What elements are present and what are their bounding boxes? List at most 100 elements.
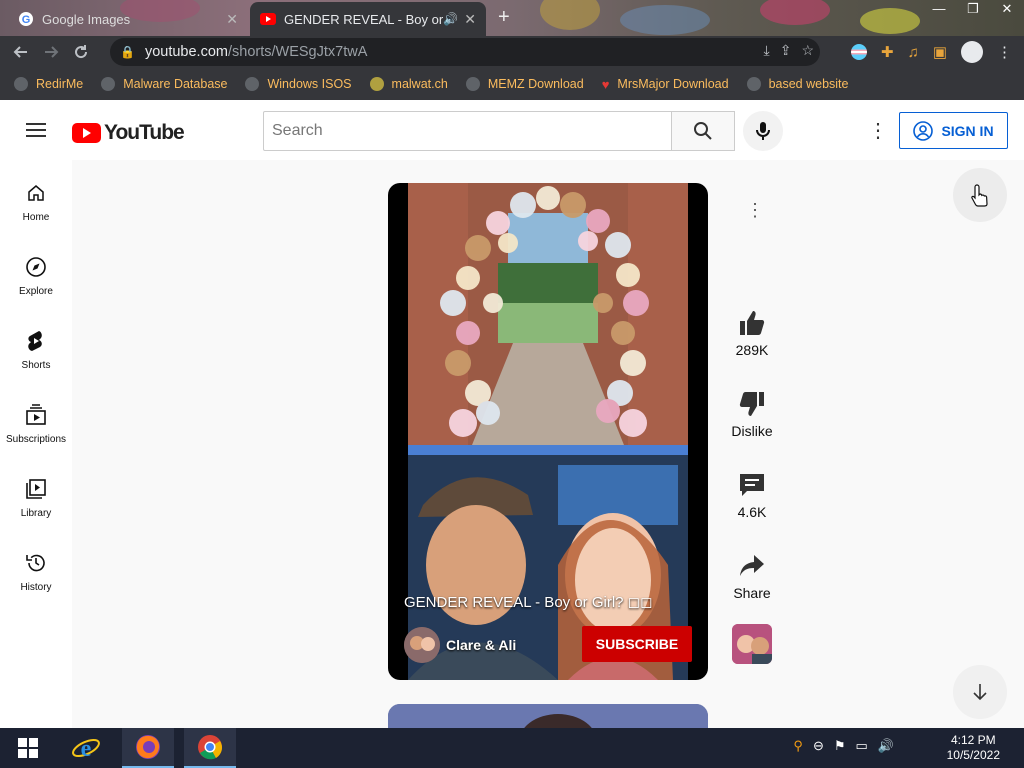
sign-in-label: SIGN IN [941,122,994,139]
bookmark-redirme[interactable]: RedirMe [14,77,83,91]
bookmark-malwatch[interactable]: malwat.ch [369,77,448,91]
minimize-icon[interactable]: — [922,0,956,20]
close-window-icon[interactable]: ✕ [990,0,1024,20]
flag-extension-icon[interactable] [850,44,867,60]
install-app-icon[interactable]: ⤓ [764,42,770,59]
address-bar[interactable]: 🔒 youtube.com/shorts/WESgJtx7twA ⤓ ⇪ ☆ [110,38,820,66]
bookmark-label: MEMZ Download [487,77,584,91]
search-placeholder: Search [272,122,323,139]
logo-text: YouTube [104,121,185,144]
history-icon [26,554,45,572]
bookmark-star-icon[interactable]: ☆ [801,42,814,59]
windows-logo-icon [18,738,38,758]
clock-date: 10/5/2022 [946,748,1000,762]
previous-short-button[interactable] [953,168,1007,222]
bookmark-label: based website [768,77,849,91]
forward-icon[interactable] [36,37,66,67]
globe-icon [14,77,28,91]
svg-text:G: G [22,14,31,26]
lock-icon: 🔒 [120,45,135,59]
subscriptions-icon [26,404,46,425]
sidebar-item-label: Home [22,212,50,223]
search-tray-icon[interactable]: ⚲ [793,738,803,754]
tab-google-images[interactable]: G Google Images ✕ [8,2,248,36]
subscribe-button[interactable]: SUBSCRIBE [582,626,692,662]
voice-search-button[interactable] [743,111,783,151]
taskbar-clock[interactable]: 4:12 PM 10/5/2022 [947,733,1000,763]
speaker-icon[interactable]: 🔊 [443,12,458,26]
short-video-player[interactable]: GENDER REVEAL - Boy or Girl? ◻◻ Clare & … [388,183,708,680]
settings-menu-icon[interactable]: ⋮ [868,121,888,141]
close-icon[interactable]: ✕ [464,11,476,28]
windows-taskbar: e ⚲ ⊖ ⚑ ▭ 🔊 4:12 PM 10/5/2022 [0,728,1024,768]
taskbar-firefox[interactable] [122,728,174,768]
short-more-options-icon[interactable]: ⋮ [746,200,764,220]
bookmark-malware-database[interactable]: Malware Database [101,77,227,91]
dislike-button[interactable]: Dislike [726,389,778,439]
short-title: GENDER REVEAL - Boy or Girl? ◻◻ [404,594,653,611]
close-icon[interactable]: ✕ [226,11,238,28]
search-input[interactable]: Search [263,111,672,151]
taskbar-internet-explorer[interactable]: e [60,728,112,768]
volume-icon[interactable]: 🔊 [878,738,894,754]
sign-in-button[interactable]: SIGN IN [899,112,1008,149]
hand-cursor-icon [971,184,988,207]
sidebar-item-subscriptions[interactable]: Subscriptions [0,402,72,445]
back-icon[interactable] [6,37,36,67]
google-icon: G [19,12,33,26]
bookmark-label: malwat.ch [391,77,448,91]
start-button[interactable] [2,728,54,768]
puzzle-icon[interactable]: ✚ [881,43,894,61]
profile-icon[interactable] [961,41,983,63]
like-button[interactable]: 289K [726,308,778,358]
restore-icon[interactable]: ❐ [956,0,990,20]
chrome-menu-icon[interactable]: ⋮ [997,43,1012,61]
sidebar-item-shorts[interactable]: Shorts [0,328,72,371]
channel-thumbnail[interactable] [732,624,772,664]
dislike-label: Dislike [731,423,773,439]
microphone-icon [756,122,770,140]
share-icon[interactable]: ⇪ [780,42,792,59]
sidebar-item-label: Library [20,508,52,519]
youtube-logo[interactable]: YouTube [72,121,185,145]
comment-count: 4.6K [737,504,767,520]
bookmark-memz[interactable]: MEMZ Download [465,77,584,91]
firefox-icon [136,735,160,759]
guide-sidebar: Home Explore Shorts Subscriptions Librar… [0,160,72,728]
new-tab-button[interactable]: + [498,6,510,29]
video-frame-balloons [408,183,688,455]
taskbar-chrome[interactable] [184,728,236,768]
media-icon[interactable]: ♫ [908,44,919,61]
extensions-area: ✚ ♫ ▣ ⋮ [850,36,1012,68]
menu-icon[interactable] [26,123,46,137]
channel-name[interactable]: Clare & Ali [446,637,516,653]
account-icon [913,120,934,141]
side-panel-icon[interactable]: ▣ [933,43,947,61]
sidebar-item-explore[interactable]: Explore [0,254,72,297]
sidebar-item-label: History [20,582,52,593]
status-icon[interactable]: ⊖ [813,738,824,754]
action-center-flag-icon[interactable]: ⚑ [834,738,846,754]
sidebar-item-library[interactable]: Library [0,476,72,519]
sidebar-item-home[interactable]: Home [0,180,72,223]
bookmark-windows-isos[interactable]: Windows ISOS [245,77,352,91]
bookmark-label: Windows ISOS [267,77,352,91]
url-path: /shorts/WESgJtx7twA [227,44,368,60]
bookmark-label: MrsMajor Download [617,77,729,91]
comments-button[interactable]: 4.6K [726,470,778,520]
share-button[interactable]: Share [726,551,778,601]
bookmark-based-website[interactable]: based website [746,77,849,91]
sidebar-item-history[interactable]: History [0,550,72,593]
globe-icon [101,77,116,91]
channel-info[interactable]: Clare & Ali [404,627,516,663]
url-host: youtube.com [144,44,228,60]
reload-icon[interactable] [66,37,96,67]
network-icon[interactable]: ▭ [856,738,868,754]
channel-avatar[interactable] [404,627,440,663]
chrome-icon [198,735,222,760]
search-button[interactable] [671,111,735,151]
tab-youtube-short[interactable]: GENDER REVEAL - Boy or Gi 🔊 ✕ [250,2,486,36]
next-short-button[interactable] [953,665,1007,719]
tab-strip: G Google Images ✕ GENDER REVEAL - Boy or… [0,0,1024,36]
bookmark-mrsmajor[interactable]: ♥ MrsMajor Download [602,77,729,92]
